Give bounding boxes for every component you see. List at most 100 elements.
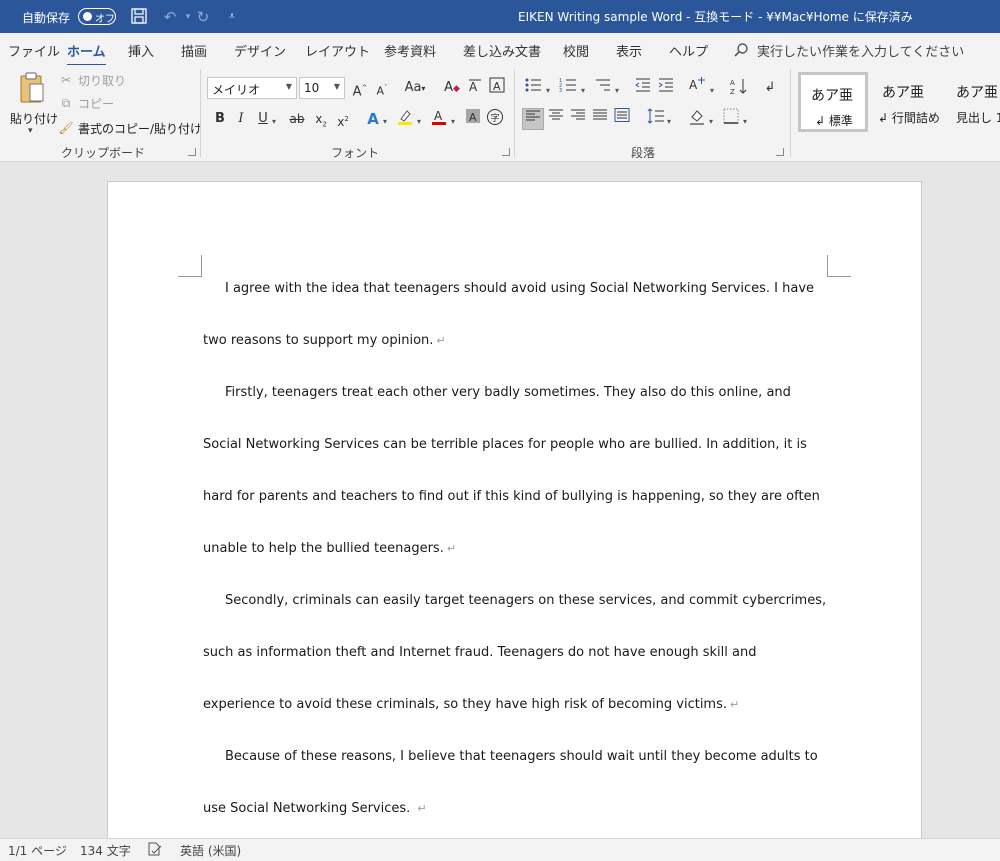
tab-design[interactable]: デザイン: [234, 41, 286, 60]
document-line[interactable]: Firstly, teenagers treat each other very…: [225, 385, 791, 400]
tab-mailings[interactable]: 差し込み文書: [463, 41, 541, 60]
paste-button[interactable]: 貼り付け ▾: [8, 70, 58, 138]
document-line[interactable]: Social Networking Services can be terrib…: [203, 437, 807, 452]
tab-file[interactable]: ファイル: [8, 41, 60, 60]
phonetic-guide-icon[interactable]: A: [464, 77, 486, 99]
font-name-select[interactable]: メイリオ ▼: [207, 77, 297, 99]
change-case-button[interactable]: Aa▾: [398, 77, 432, 99]
strikethrough-icon[interactable]: ab: [286, 108, 308, 130]
cut-button[interactable]: ✂ 切り取り: [58, 70, 126, 90]
document-line[interactable]: Because of these reasons, I believe that…: [225, 749, 818, 764]
paragraph-marks-icon[interactable]: ↲: [759, 77, 781, 99]
shading-icon[interactable]: [686, 108, 708, 130]
grow-font-icon[interactable]: A^: [349, 77, 371, 99]
bold-icon[interactable]: B: [209, 108, 231, 130]
font-color-icon[interactable]: A: [428, 108, 450, 130]
word-count[interactable]: 134 文字: [80, 842, 131, 859]
tab-insert[interactable]: 挿入: [128, 41, 154, 60]
line-spacing-icon[interactable]: [645, 108, 667, 130]
bullets-dropdown-icon[interactable]: ▾: [546, 86, 550, 95]
justify-icon[interactable]: [589, 108, 611, 130]
highlight-dropdown-icon[interactable]: ▾: [417, 117, 421, 126]
ribbon: 貼り付け ▾ ✂ 切り取り ⧉ コピー 🖌 書式のコピー/貼り付け クリップボー…: [0, 65, 1000, 162]
proofing-icon[interactable]: [147, 841, 163, 860]
document-area[interactable]: I agree with the idea that teenagers sho…: [0, 162, 1000, 838]
borders-icon[interactable]: [720, 108, 742, 130]
customize-toolbar-icon[interactable]: ⩡: [222, 7, 242, 27]
sort-icon[interactable]: AZ: [728, 77, 750, 99]
tell-me-input[interactable]: 実行したい作業を入力してください: [757, 41, 964, 60]
format-painter-button[interactable]: 🖌 書式のコピー/貼り付け: [58, 118, 202, 138]
style-normal[interactable]: あア亜 ↲ 標準: [798, 72, 868, 132]
shading-dropdown-icon[interactable]: ▾: [709, 117, 713, 126]
save-icon[interactable]: [129, 7, 149, 27]
document-line[interactable]: experience to avoid these criminals, so …: [203, 697, 739, 712]
align-center-icon[interactable]: [545, 108, 567, 130]
subscript-icon[interactable]: x2: [310, 108, 332, 130]
text-effects-dropdown-icon[interactable]: ▾: [383, 117, 387, 126]
highlight-icon[interactable]: [394, 108, 416, 130]
text-effects-icon[interactable]: A: [362, 108, 384, 130]
style-name: ↲ 標準: [815, 114, 853, 128]
document-line[interactable]: use Social Networking Services. ↵: [203, 801, 427, 816]
title-bar: 自動保存 オフ ↶ ▾ ↻ ⩡ EIKEN Writing sample Wor…: [0, 0, 1000, 33]
line-spacing-dropdown-icon[interactable]: ▾: [667, 117, 671, 126]
italic-icon[interactable]: I: [230, 108, 252, 130]
tab-home[interactable]: ホーム: [67, 41, 106, 67]
document-line[interactable]: such as information theft and Internet f…: [203, 645, 756, 660]
multilevel-dropdown-icon[interactable]: ▾: [615, 86, 619, 95]
copy-button[interactable]: ⧉ コピー: [58, 93, 114, 113]
document-line[interactable]: unable to help the bullied teenagers. ↵: [203, 541, 456, 556]
underline-icon[interactable]: U: [252, 108, 274, 130]
enclose-characters-icon[interactable]: 字: [484, 108, 506, 130]
align-left-icon[interactable]: [522, 108, 544, 130]
document-page[interactable]: I agree with the idea that teenagers sho…: [107, 181, 922, 838]
bullets-icon[interactable]: [522, 77, 544, 99]
multilevel-list-icon[interactable]: [592, 77, 614, 99]
document-line[interactable]: two reasons to support my opinion. ↵: [203, 333, 446, 348]
page-count[interactable]: 1/1 ページ: [8, 842, 67, 859]
decrease-indent-icon[interactable]: [632, 77, 654, 99]
chevron-down-icon: ▼: [285, 82, 292, 91]
superscript-icon[interactable]: x2: [332, 108, 354, 130]
underline-dropdown-icon[interactable]: ▾: [272, 117, 276, 126]
svg-text:Z: Z: [730, 88, 735, 95]
tab-references[interactable]: 参考資料: [384, 41, 436, 60]
tab-help[interactable]: ヘルプ: [669, 41, 708, 60]
font-color-dropdown-icon[interactable]: ▾: [451, 117, 455, 126]
numbering-icon[interactable]: 123: [557, 77, 579, 99]
language-indicator[interactable]: 英語 (米国): [180, 842, 241, 859]
shrink-font-icon[interactable]: Aˇ: [371, 77, 393, 99]
clear-formatting-icon[interactable]: A◆: [441, 77, 463, 99]
asian-layout-dropdown-icon[interactable]: ▾: [710, 86, 714, 95]
style-heading-1[interactable]: あア亜 見出し 1: [946, 72, 1000, 132]
tab-view[interactable]: 表示: [616, 41, 642, 60]
clipboard-launcher-icon[interactable]: [188, 148, 196, 156]
align-right-icon[interactable]: [567, 108, 589, 130]
autosave-toggle[interactable]: オフ: [78, 8, 116, 25]
document-line[interactable]: hard for parents and teachers to find ou…: [203, 489, 820, 504]
paste-dropdown-icon[interactable]: ▾: [28, 126, 33, 136]
document-line[interactable]: I agree with the idea that teenagers sho…: [225, 281, 814, 296]
tab-draw[interactable]: 描画: [181, 41, 207, 60]
margin-corner-mark: [178, 255, 202, 277]
asian-layout-icon[interactable]: A: [686, 77, 708, 99]
search-icon[interactable]: [733, 42, 749, 58]
numbering-dropdown-icon[interactable]: ▾: [581, 86, 585, 95]
margin-corner-mark: [827, 255, 851, 277]
borders-dropdown-icon[interactable]: ▾: [743, 117, 747, 126]
document-line[interactable]: Secondly, criminals can easily target te…: [225, 593, 826, 608]
style-no-spacing[interactable]: あア亜 ↲ 行間詰め: [872, 72, 942, 132]
redo-icon[interactable]: ↻: [193, 7, 213, 27]
character-shading-icon[interactable]: A: [462, 108, 484, 130]
tab-layout[interactable]: レイアウト: [305, 41, 370, 60]
font-size-select[interactable]: 10 ▼: [299, 77, 345, 99]
increase-indent-icon[interactable]: [655, 77, 677, 99]
line-text: Secondly, criminals can easily target te…: [225, 593, 827, 608]
undo-icon[interactable]: ↶: [160, 7, 180, 27]
paragraph-launcher-icon[interactable]: [776, 148, 784, 156]
character-border-icon[interactable]: A: [486, 77, 508, 99]
distributed-icon[interactable]: [611, 108, 633, 130]
font-launcher-icon[interactable]: [502, 148, 510, 156]
tab-review[interactable]: 校閲: [563, 41, 589, 60]
